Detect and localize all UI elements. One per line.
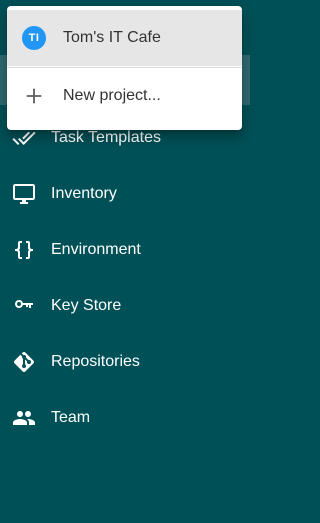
project-menu-item-current[interactable]: TI Tom's IT Cafe xyxy=(7,10,242,66)
nav-item-inventory[interactable]: Inventory xyxy=(0,166,250,222)
nav-label-key-store: Key Store xyxy=(51,297,122,314)
git-icon xyxy=(12,350,36,374)
nav-label-team: Team xyxy=(51,409,91,426)
nav-label-inventory: Inventory xyxy=(51,185,117,202)
nav-item-repositories[interactable]: Repositories xyxy=(0,334,250,390)
new-project-label: New project... xyxy=(63,87,161,104)
plus-icon xyxy=(23,85,45,107)
nav-item-key-store[interactable]: Key Store xyxy=(0,278,250,334)
new-project-button[interactable]: New project... xyxy=(7,68,242,124)
project-menu: TI Tom's IT Cafe New project... xyxy=(7,6,242,130)
nav-label-task-templates: Task Templates xyxy=(51,129,161,146)
nav-label-repositories: Repositories xyxy=(51,353,140,370)
nav-label-environment: Environment xyxy=(51,241,141,258)
key-icon xyxy=(12,294,36,318)
nav-list: Task Templates Inventory Environment Key… xyxy=(0,110,250,446)
nav-item-team[interactable]: Team xyxy=(0,390,250,446)
project-avatar: TI xyxy=(22,26,46,50)
project-name: Tom's IT Cafe xyxy=(63,29,161,46)
monitor-icon xyxy=(12,182,36,206)
curly-braces-icon xyxy=(12,238,36,262)
team-icon xyxy=(12,406,36,430)
nav-item-environment[interactable]: Environment xyxy=(0,222,250,278)
